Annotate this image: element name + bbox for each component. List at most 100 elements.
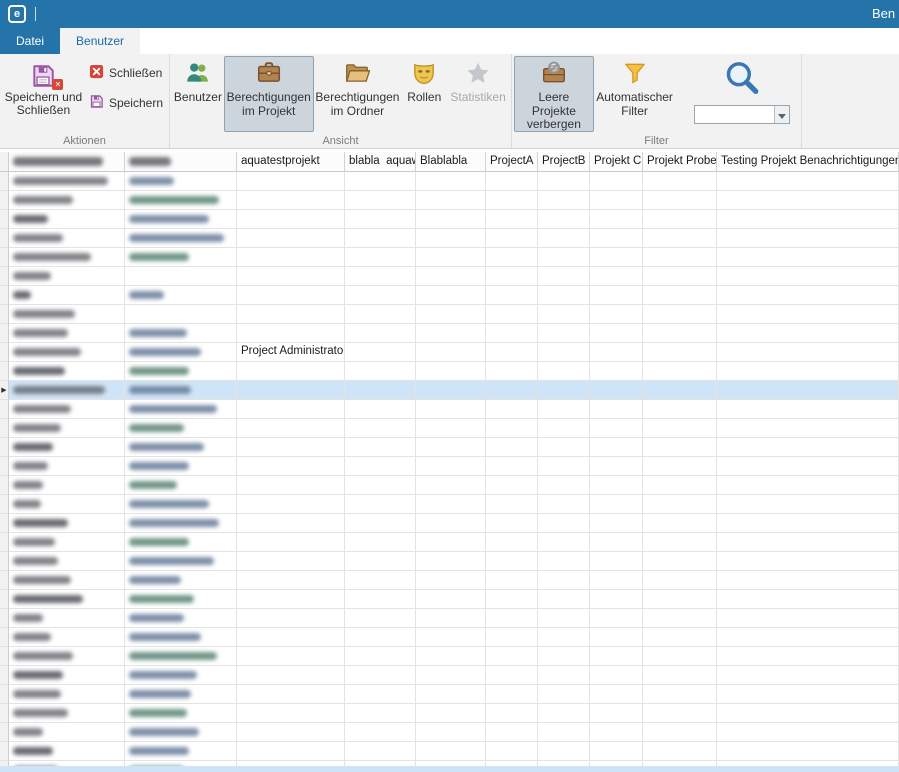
grid-cell[interactable] [416, 267, 486, 286]
grid-cell[interactable] [590, 514, 643, 533]
redacted-cell[interactable] [9, 647, 125, 666]
redacted-cell[interactable] [125, 438, 237, 457]
grid-cell[interactable] [416, 723, 486, 742]
grid-cell[interactable] [486, 704, 538, 723]
grid-cell[interactable] [237, 419, 345, 438]
grid-cell[interactable] [590, 267, 643, 286]
grid-cell[interactable] [538, 343, 590, 362]
grid-cell[interactable] [717, 514, 899, 533]
redacted-cell[interactable] [125, 286, 237, 305]
redacted-cell[interactable] [9, 514, 125, 533]
redacted-cell[interactable] [9, 229, 125, 248]
grid-cell[interactable] [345, 267, 416, 286]
grid-cell[interactable] [416, 647, 486, 666]
grid-cell[interactable] [590, 495, 643, 514]
redacted-cell[interactable] [125, 248, 237, 267]
redacted-cell[interactable] [125, 419, 237, 438]
grid-cell[interactable] [416, 248, 486, 267]
grid-cell[interactable] [717, 457, 899, 476]
grid-cell[interactable] [538, 248, 590, 267]
grid-cell[interactable] [416, 495, 486, 514]
grid-cell[interactable] [590, 666, 643, 685]
grid-cell[interactable] [416, 210, 486, 229]
grid-cell[interactable] [486, 172, 538, 191]
grid-cell[interactable] [538, 666, 590, 685]
redacted-cell[interactable] [125, 476, 237, 495]
grid-cell[interactable] [538, 210, 590, 229]
redacted-cell[interactable] [9, 305, 125, 324]
grid-cell[interactable] [416, 533, 486, 552]
grid-cell[interactable] [538, 647, 590, 666]
redacted-cell[interactable] [125, 666, 237, 685]
grid-cell[interactable] [643, 267, 717, 286]
grid-cell[interactable] [486, 628, 538, 647]
redacted-cell[interactable] [9, 666, 125, 685]
grid-cell[interactable] [486, 343, 538, 362]
grid-cell[interactable] [717, 400, 899, 419]
grid-cell[interactable] [590, 590, 643, 609]
grid-cell[interactable] [717, 305, 899, 324]
grid-cell[interactable] [237, 628, 345, 647]
grid-cell[interactable] [538, 704, 590, 723]
grid-cell[interactable] [416, 362, 486, 381]
redacted-cell[interactable] [125, 229, 237, 248]
redacted-cell[interactable] [125, 533, 237, 552]
grid-cell[interactable] [538, 609, 590, 628]
grid-cell[interactable] [416, 742, 486, 761]
grid-cell[interactable] [717, 381, 899, 400]
grid-cell[interactable] [717, 267, 899, 286]
grid-cell[interactable] [643, 666, 717, 685]
berechtigungen-ordner-button[interactable]: Berechtigungen im Ordner [314, 56, 402, 132]
column-header[interactable]: blabla aquaweb [345, 152, 416, 172]
grid-cell[interactable] [643, 210, 717, 229]
grid-cell[interactable] [590, 628, 643, 647]
grid-cell[interactable] [345, 343, 416, 362]
grid-cell[interactable] [538, 514, 590, 533]
grid-cell[interactable] [590, 324, 643, 343]
grid-cell[interactable] [237, 381, 345, 400]
grid-cell[interactable] [486, 476, 538, 495]
grid-cell[interactable] [538, 552, 590, 571]
grid-cell[interactable] [643, 552, 717, 571]
grid-cell[interactable] [538, 628, 590, 647]
grid-cell[interactable] [590, 571, 643, 590]
grid-cell[interactable] [345, 210, 416, 229]
grid-cell[interactable] [416, 628, 486, 647]
redacted-cell[interactable] [125, 362, 237, 381]
redacted-cell[interactable] [9, 324, 125, 343]
grid-cell[interactable] [345, 419, 416, 438]
grid-cell[interactable] [237, 400, 345, 419]
grid-cell[interactable] [643, 590, 717, 609]
column-header[interactable]: Testing Projekt Benachrichtigungen [717, 152, 899, 172]
redacted-cell[interactable] [125, 267, 237, 286]
automatischer-filter-button[interactable]: Automatischer Filter [594, 56, 676, 132]
grid-cell[interactable] [486, 191, 538, 210]
column-header[interactable] [9, 152, 125, 172]
grid-cell[interactable] [416, 229, 486, 248]
grid-cell[interactable] [643, 248, 717, 267]
grid-cell[interactable] [643, 438, 717, 457]
grid-cell[interactable] [643, 571, 717, 590]
grid-cell[interactable] [237, 609, 345, 628]
grid-cell[interactable] [538, 267, 590, 286]
grid-cell[interactable] [590, 647, 643, 666]
grid-cell[interactable] [416, 704, 486, 723]
grid-cell[interactable] [345, 381, 416, 400]
redacted-cell[interactable] [9, 495, 125, 514]
redacted-cell[interactable] [9, 191, 125, 210]
grid-cell[interactable] [590, 191, 643, 210]
grid-cell[interactable] [590, 609, 643, 628]
redacted-cell[interactable] [125, 305, 237, 324]
redacted-cell[interactable] [125, 609, 237, 628]
grid-cell[interactable] [416, 552, 486, 571]
filter-combobox-input[interactable] [695, 106, 774, 123]
redacted-cell[interactable] [125, 552, 237, 571]
grid-cell[interactable] [486, 666, 538, 685]
grid-cell[interactable] [345, 191, 416, 210]
grid-cell[interactable] [538, 305, 590, 324]
grid-cell[interactable] [717, 742, 899, 761]
grid-cell[interactable] [717, 438, 899, 457]
grid-cell[interactable] [643, 172, 717, 191]
grid-cell[interactable] [345, 647, 416, 666]
grid-cell[interactable] [237, 666, 345, 685]
